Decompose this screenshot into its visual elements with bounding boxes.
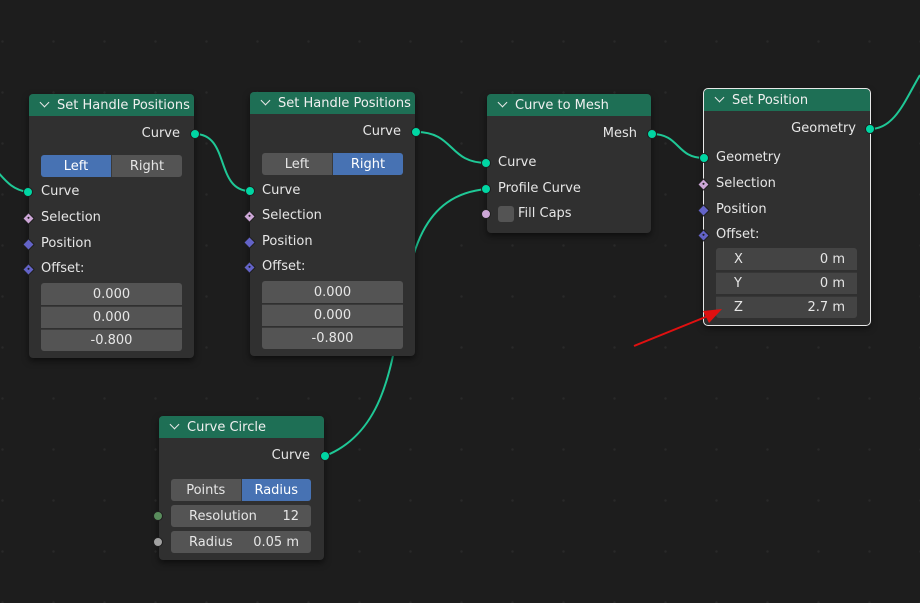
annotation-arrow-icon bbox=[633, 309, 722, 347]
